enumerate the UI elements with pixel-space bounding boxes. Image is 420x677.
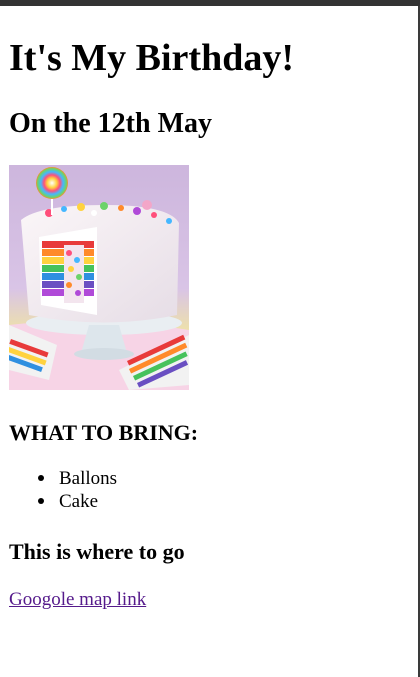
google-map-link[interactable]: Googole map link [9,588,146,611]
page-subtitle: On the 12th May [9,108,212,139]
birthday-cake-image [9,165,189,390]
list-item-label: Cake [59,491,99,512]
list-item-label: Ballons [59,468,118,489]
page-title: It's My Birthday! [9,37,294,79]
bring-list: Ballons Cake [9,467,117,513]
browser-window: It's My Birthday! On the 12th May WHAT T… [0,0,420,677]
list-item: Cake [38,490,117,513]
where-to-go-heading: This is where to go [9,539,185,564]
bullet-icon [38,475,44,481]
bullet-icon [38,498,44,504]
what-to-bring-heading: WHAT TO BRING: [9,420,199,445]
window-top-bar [0,0,420,6]
list-item: Ballons [38,467,118,490]
